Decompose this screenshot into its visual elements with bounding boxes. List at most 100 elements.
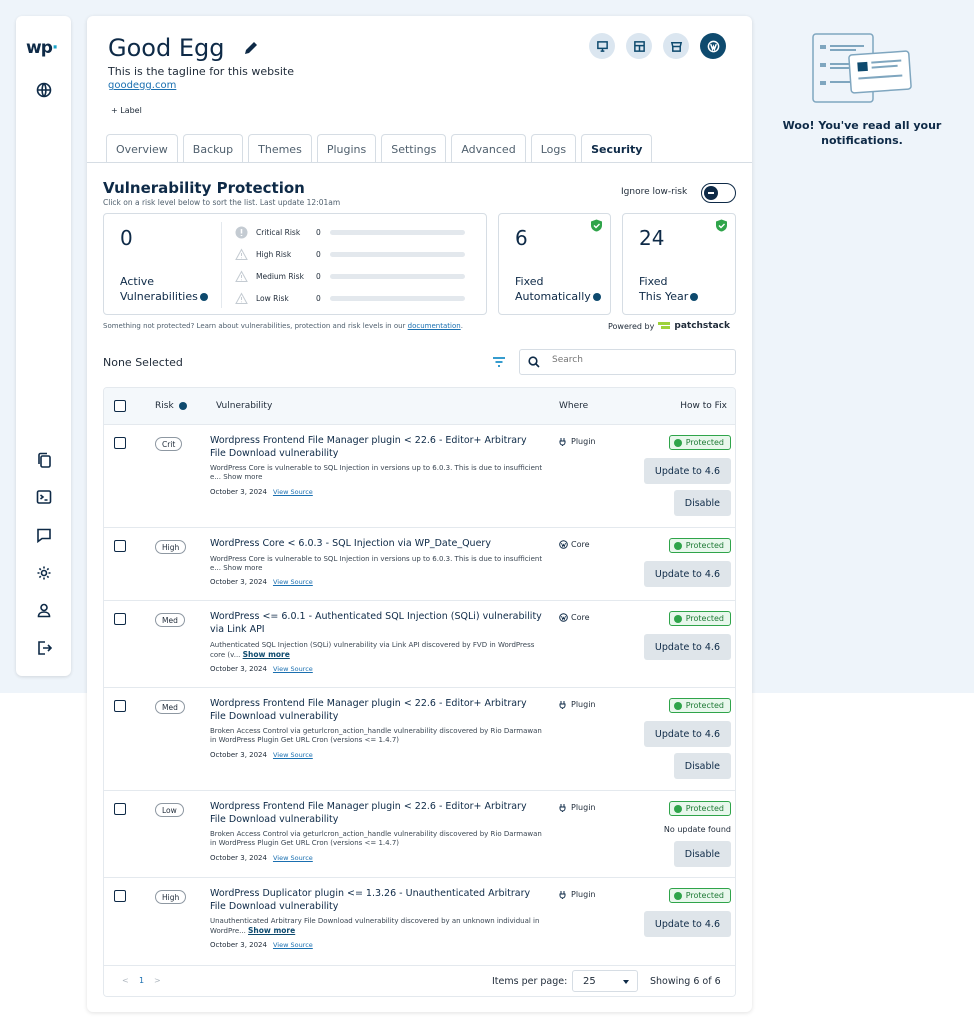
globe-icon[interactable]	[36, 82, 52, 98]
view-source-link[interactable]: View Source	[273, 941, 313, 949]
date-text: October 3, 2024	[210, 751, 267, 759]
show-more-link[interactable]: Show more	[248, 926, 295, 935]
fixed-auto-line2: Automatically	[515, 290, 591, 303]
vulnerability-title: Wordpress Frontend File Manager plugin <…	[210, 801, 527, 825]
logout-icon[interactable]	[36, 640, 52, 656]
risk-bar	[330, 296, 465, 301]
patchstack-brand: patchstack	[674, 321, 730, 331]
ignore-low-risk-toggle[interactable]	[701, 183, 736, 203]
staging-icon[interactable]	[589, 33, 615, 59]
documentation-link[interactable]: documentation	[408, 322, 461, 330]
view-source-link[interactable]: View Source	[273, 854, 313, 862]
wp-logo[interactable]: wp·	[26, 38, 58, 58]
info-icon[interactable]	[690, 293, 699, 301]
shield-check-icon	[673, 541, 682, 550]
risk-row-high[interactable]: High Risk 0	[235, 248, 465, 261]
table-row: High WordPress Duplicator plugin <= 1.3.…	[104, 878, 735, 966]
vulnerability-description: Broken Access Control via geturlcron_act…	[210, 727, 542, 744]
update-button[interactable]: Update to 4.6	[643, 634, 731, 660]
filter-icon[interactable]	[492, 356, 506, 368]
layout-icon[interactable]	[626, 33, 652, 59]
next-page-button[interactable]: >	[154, 976, 161, 985]
add-label-button[interactable]: + Label	[111, 106, 142, 115]
select-all-checkbox[interactable]	[114, 400, 126, 412]
page-number[interactable]: 1	[139, 976, 144, 985]
update-button[interactable]: Update to 4.6	[643, 561, 731, 587]
risk-badge: High	[155, 540, 187, 554]
powered-by: Powered by patchstack	[608, 321, 730, 331]
store-icon[interactable]	[663, 33, 689, 59]
row-checkbox[interactable]	[114, 613, 126, 625]
tab-themes[interactable]: Themes	[248, 134, 312, 163]
gear-icon[interactable]	[36, 565, 52, 581]
view-source-link[interactable]: View Source	[273, 488, 313, 496]
view-source-link[interactable]: View Source	[273, 578, 313, 586]
where-cell: Core	[559, 540, 590, 549]
active-label-line2: Vulnerabilities	[120, 290, 198, 303]
disable-button[interactable]: Disable	[673, 841, 731, 867]
shield-check-icon	[673, 701, 682, 710]
table-row: Med Wordpress Frontend File Manager plug…	[104, 688, 735, 791]
plug-icon	[559, 701, 566, 709]
header-risk[interactable]: Risk	[155, 401, 187, 411]
update-button[interactable]: Update to 4.6	[643, 911, 731, 937]
row-checkbox[interactable]	[114, 437, 126, 449]
tab-settings[interactable]: Settings	[381, 134, 447, 163]
vulnerability-date: October 3, 2024 View Source	[210, 941, 313, 949]
protected-badge: Protected	[668, 435, 731, 450]
risk-row-critical[interactable]: Critical Risk 0	[235, 226, 465, 239]
info-icon[interactable]	[592, 293, 601, 301]
chat-icon[interactable]	[36, 527, 52, 543]
user-icon[interactable]	[36, 602, 52, 618]
row-checkbox[interactable]	[114, 700, 126, 712]
vulnerability-description: WordPress Core is vulnerable to SQL Inje…	[210, 464, 543, 481]
view-source-link[interactable]: View Source	[273, 751, 313, 759]
active-vulnerabilities-card: 0 Active Vulnerabilities Critical Risk 0…	[103, 213, 487, 315]
items-per-page-label: Items per page:	[492, 976, 568, 987]
items-per-page-select[interactable]: 25	[572, 970, 638, 992]
row-checkbox[interactable]	[114, 803, 126, 815]
site-url-link[interactable]: goodegg.com	[108, 80, 176, 91]
vulnerability-title: WordPress <= 6.0.1 - Authenticated SQL I…	[210, 611, 542, 635]
update-button[interactable]: Update to 4.6	[643, 721, 731, 747]
where-label: Core	[571, 613, 590, 622]
prev-page-button[interactable]: <	[122, 976, 129, 985]
row-checkbox[interactable]	[114, 890, 126, 902]
info-icon[interactable]	[178, 401, 187, 410]
tab-overview[interactable]: Overview	[106, 134, 178, 163]
fixed-auto-line1: Fixed	[515, 275, 544, 288]
vulnerability-date: October 3, 2024 View Source	[210, 665, 313, 673]
tab-security[interactable]: Security	[581, 134, 653, 163]
wordpress-icon	[559, 540, 568, 549]
site-actions	[589, 33, 726, 59]
update-button[interactable]: Update to 4.6	[643, 458, 731, 484]
shield-check-icon	[673, 614, 682, 623]
tab-backup[interactable]: Backup	[182, 134, 244, 163]
vulnerability-title: Wordpress Frontend File Manager plugin <…	[210, 435, 527, 459]
where-cell: Plugin	[559, 437, 596, 446]
plug-icon	[559, 804, 566, 812]
tab-advanced[interactable]: Advanced	[451, 134, 526, 163]
tab-plugins[interactable]: Plugins	[316, 134, 377, 163]
tab-logs[interactable]: Logs	[530, 134, 577, 163]
risk-row-low[interactable]: Low Risk 0	[235, 292, 465, 305]
disable-button[interactable]: Disable	[673, 490, 731, 516]
status-label: Protected	[685, 614, 724, 623]
fixed-year-line2: This Year	[639, 290, 689, 303]
table-row: Med WordPress <= 6.0.1 - Authenticated S…	[104, 601, 735, 688]
row-checkbox[interactable]	[114, 540, 126, 552]
disable-button[interactable]: Disable	[673, 753, 731, 779]
where-label: Core	[571, 540, 590, 549]
view-source-link[interactable]: View Source	[273, 665, 313, 673]
header-where: Where	[559, 401, 589, 411]
info-icon[interactable]	[199, 293, 208, 301]
wordpress-icon[interactable]	[700, 33, 726, 59]
table-header: Risk Vulnerability Where How to Fix	[104, 388, 735, 425]
risk-row-medium[interactable]: Medium Risk 0	[235, 270, 465, 283]
copy-icon[interactable]	[36, 452, 52, 468]
terminal-icon[interactable]	[36, 489, 52, 505]
edit-pencil-icon[interactable]	[243, 40, 259, 56]
risk-bar	[330, 274, 465, 279]
show-more-link[interactable]: Show more	[243, 650, 290, 659]
search-input[interactable]	[552, 355, 722, 365]
